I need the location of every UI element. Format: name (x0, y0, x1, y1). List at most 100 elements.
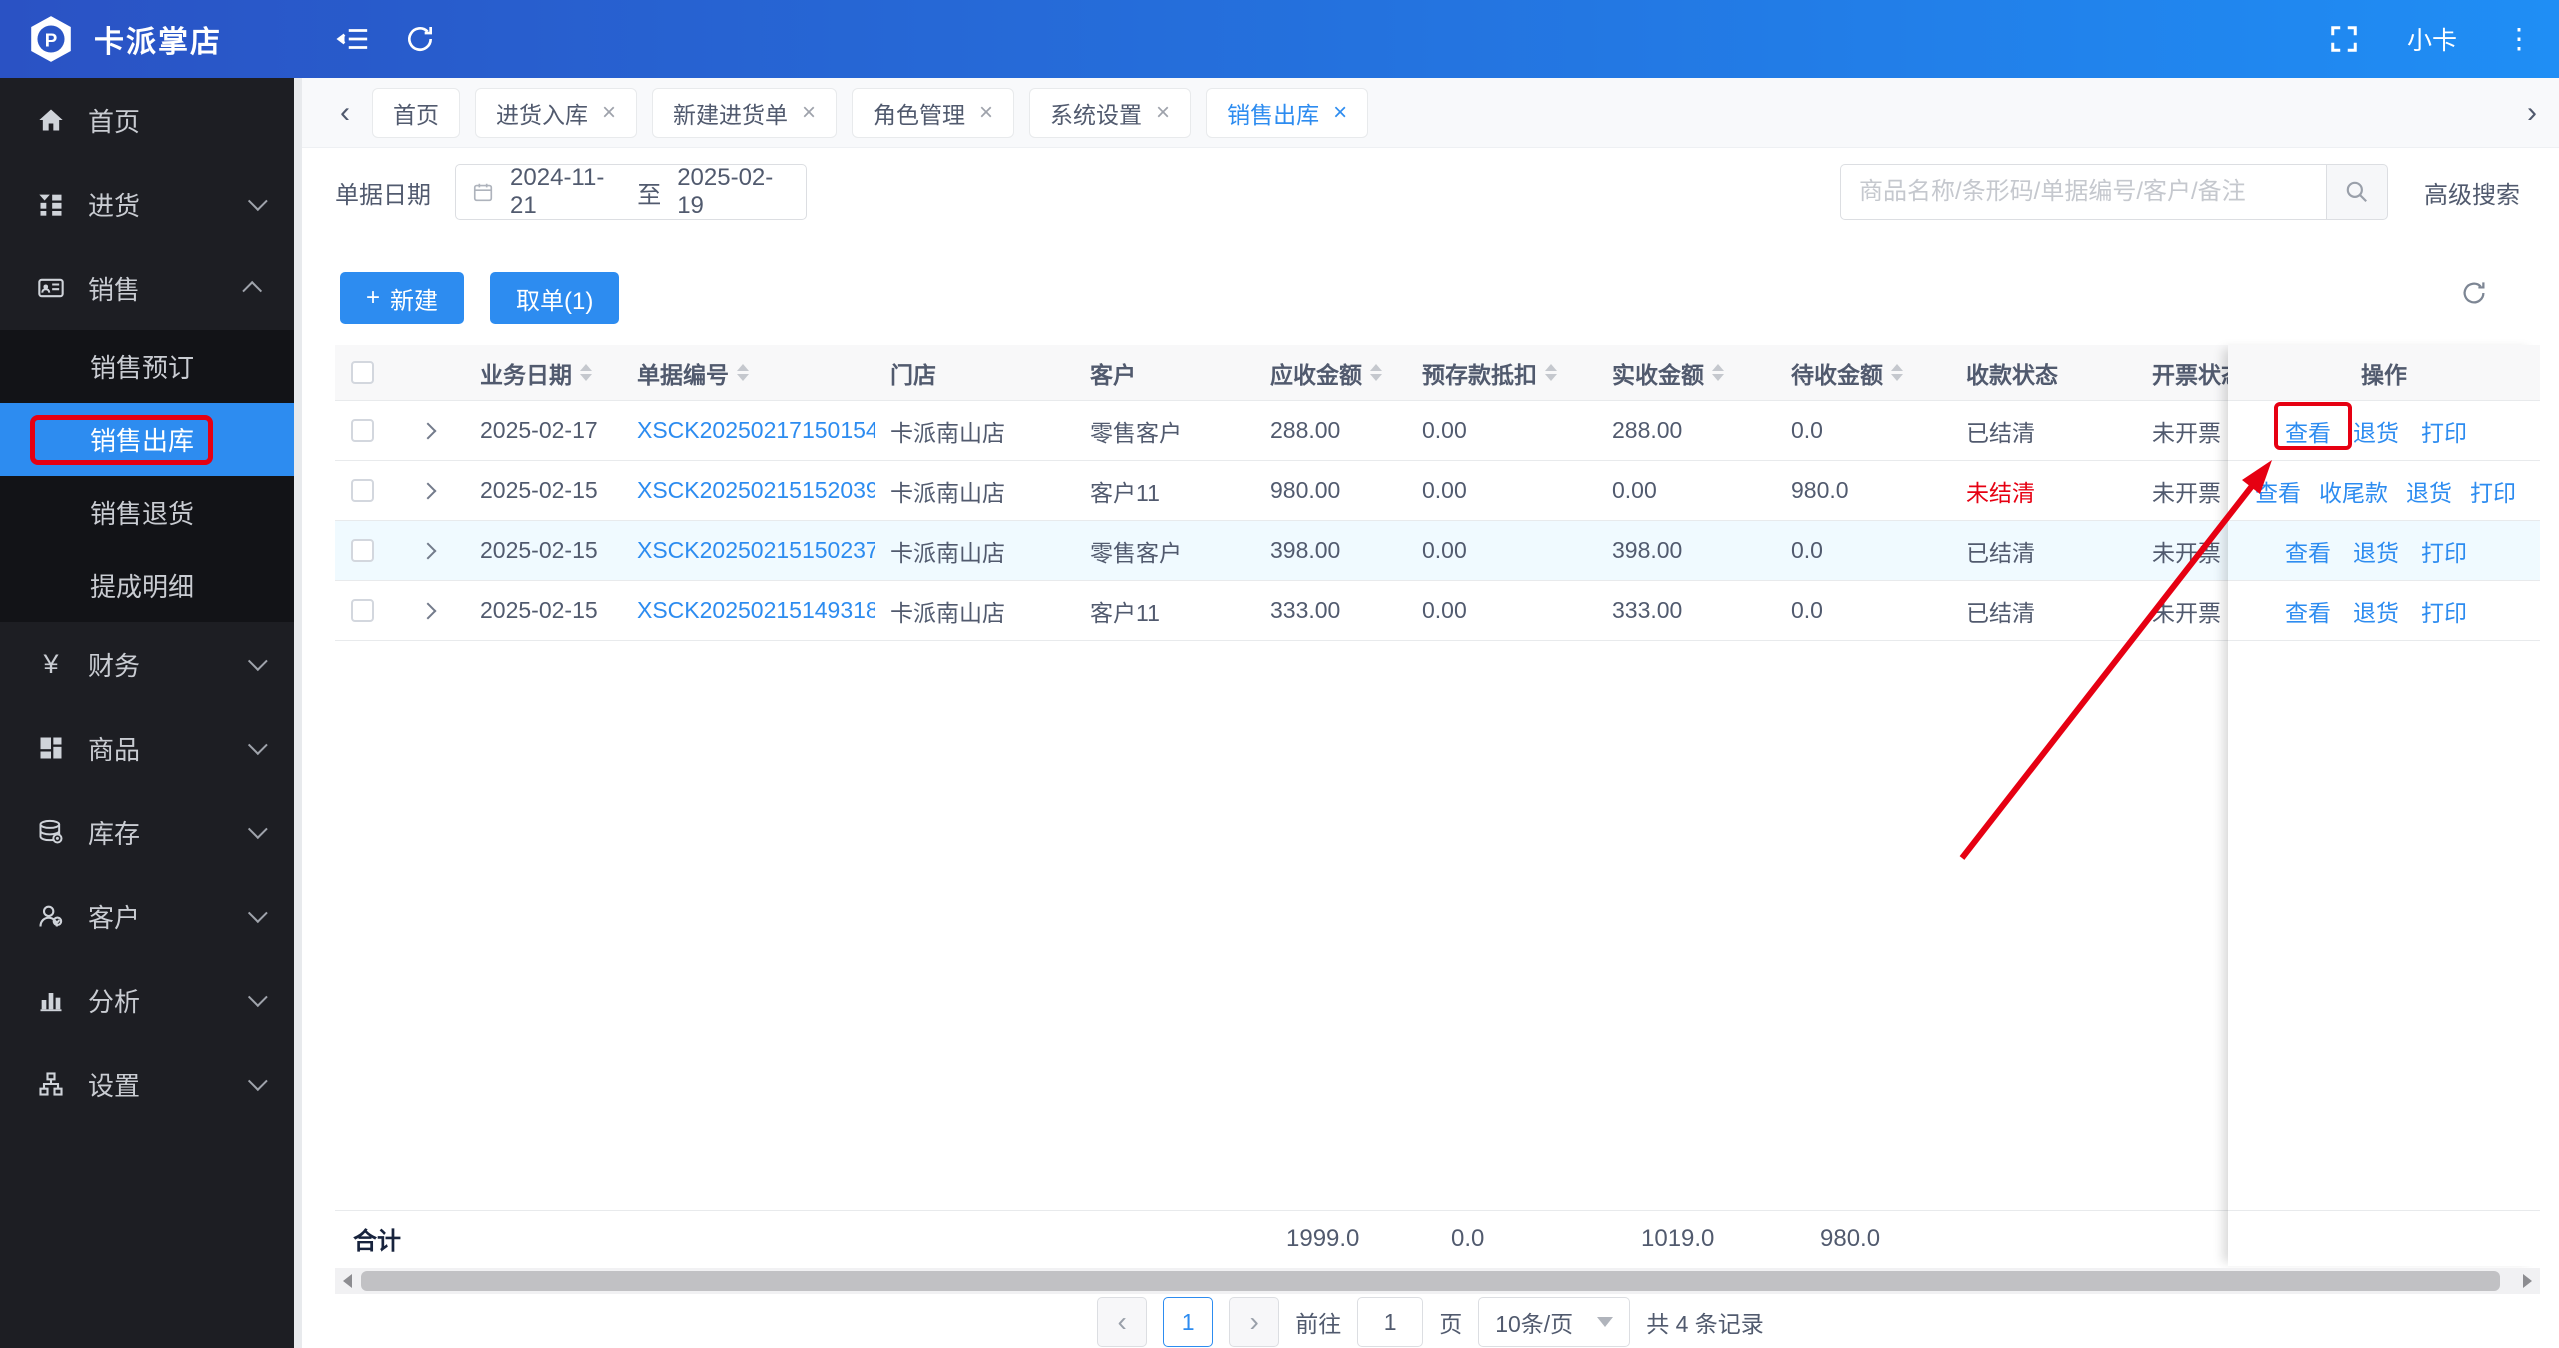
order-no-link[interactable]: XSCK20250215149318 (637, 597, 875, 624)
tab-role-management[interactable]: 角色管理 × (852, 87, 1015, 138)
prev-page-button[interactable]: ‹ (1097, 1297, 1148, 1347)
close-icon[interactable]: × (1333, 99, 1347, 127)
action-collect-balance-link[interactable]: 收尾款 (2319, 474, 2388, 508)
scroll-right-arrow-icon[interactable] (2523, 1274, 2532, 1288)
sidebar-item-settings[interactable]: 设置 (0, 1042, 302, 1126)
action-return-link[interactable]: 退货 (2353, 414, 2399, 448)
col-header-store: 门店 (890, 361, 936, 388)
advanced-search-link[interactable]: 高级搜索 (2424, 175, 2520, 210)
col-header-pending[interactable]: 待收金额 (1776, 345, 1951, 400)
action-print-link[interactable]: 打印 (2421, 414, 2467, 448)
current-user[interactable]: 小卡 (2407, 21, 2457, 57)
more-menu-icon[interactable]: ⋮ (2505, 25, 2533, 53)
tab-purchase-inbound[interactable]: 进货入库 × (475, 87, 638, 138)
sidebar-item-purchase[interactable]: 进货 (0, 162, 302, 246)
tabs-scroll-right-icon[interactable]: › (2519, 96, 2545, 129)
sort-icons[interactable] (1891, 364, 1903, 381)
scroll-left-arrow-icon[interactable] (343, 1274, 352, 1288)
sidebar-item-sales-return[interactable]: 销售退货 (0, 476, 302, 549)
row-actions: 查看 退货 打印 (2228, 521, 2540, 581)
close-icon[interactable]: × (979, 99, 993, 127)
sort-icons[interactable] (737, 364, 749, 381)
horizontal-scrollbar[interactable] (335, 1268, 2540, 1294)
sidebar-item-sales[interactable]: 销售 (0, 246, 302, 330)
col-header-prepaid-deduction[interactable]: 预存款抵扣 (1407, 345, 1597, 400)
sidebar-item-sales-outbound[interactable]: 销售出库 (0, 403, 302, 476)
app-title: 卡派掌店 (94, 26, 222, 59)
sort-icons[interactable] (580, 364, 592, 381)
col-header-order-no[interactable]: 单据编号 (622, 345, 875, 400)
close-icon[interactable]: × (1156, 99, 1170, 127)
cell-customer: 客户11 (1090, 479, 1160, 506)
row-checkbox[interactable] (351, 479, 374, 502)
action-print-link[interactable]: 打印 (2421, 594, 2467, 628)
close-icon[interactable]: × (602, 99, 616, 127)
sidebar-scrollbar[interactable] (294, 78, 302, 1348)
refresh-icon[interactable] (404, 23, 436, 55)
goto-page-input[interactable] (1357, 1297, 1424, 1347)
close-icon[interactable]: × (802, 99, 816, 127)
next-page-button[interactable]: › (1229, 1297, 1280, 1347)
tabs-scroll-left-icon[interactable]: ‹ (332, 96, 358, 129)
search-input[interactable] (1840, 164, 2326, 220)
expand-row-icon[interactable] (419, 482, 436, 499)
tab-system-settings[interactable]: 系统设置 × (1029, 87, 1192, 138)
date-range-input[interactable]: 2024-11-21 至 2025-02-19 (455, 164, 807, 220)
sidebar-item-commission-detail[interactable]: 提成明细 (0, 549, 302, 622)
sidebar-item-sales-reserve[interactable]: 销售预订 (0, 330, 302, 403)
expand-row-icon[interactable] (419, 422, 436, 439)
expand-row-icon[interactable] (419, 602, 436, 619)
row-checkbox[interactable] (351, 419, 374, 442)
col-header-business-date[interactable]: 业务日期 (465, 345, 622, 400)
total-records-label: 共 4 条记录 (1646, 1311, 1764, 1337)
new-button[interactable]: + 新建 (340, 272, 465, 324)
fixed-column-summary-area (2228, 1210, 2540, 1266)
analysis-icon (36, 985, 66, 1015)
page-size-select[interactable]: 10条/页 (1478, 1297, 1631, 1347)
action-view-link[interactable]: 查看 (2285, 594, 2331, 628)
col-header-received[interactable]: 实收金额 (1597, 345, 1776, 400)
sort-icons[interactable] (1712, 364, 1724, 381)
sidebar-item-customer[interactable]: 客户 (0, 874, 302, 958)
table-refresh-icon[interactable] (2459, 278, 2489, 313)
tab-sales-outbound[interactable]: 销售出库 × (1206, 87, 1369, 138)
expand-row-icon[interactable] (419, 542, 436, 559)
page-unit-label: 页 (1439, 1311, 1463, 1337)
menu-fold-icon[interactable] (336, 22, 370, 56)
tab-home[interactable]: 首页 (372, 87, 460, 138)
order-no-link[interactable]: XSCK20250215152039 (637, 477, 875, 504)
order-no-link[interactable]: XSCK20250217150154 (637, 417, 875, 444)
current-page-button[interactable]: 1 (1163, 1297, 1214, 1347)
sidebar-item-goods[interactable]: 商品 (0, 706, 302, 790)
cell-business-date: 2025-02-15 (480, 477, 598, 503)
row-checkbox[interactable] (351, 539, 374, 562)
sidebar-item-analysis[interactable]: 分析 (0, 958, 302, 1042)
action-return-link[interactable]: 退货 (2406, 474, 2452, 508)
chevron-down-icon (1597, 1317, 1614, 1327)
row-checkbox[interactable] (351, 599, 374, 622)
action-view-link[interactable]: 查看 (2255, 474, 2301, 508)
filter-row: 单据日期 2024-11-21 至 2025-02-19 高级搜索 (335, 164, 2520, 220)
fullscreen-icon[interactable] (2329, 24, 2359, 54)
action-return-link[interactable]: 退货 (2353, 594, 2399, 628)
action-view-link[interactable]: 查看 (2285, 534, 2331, 568)
select-all-checkbox[interactable] (351, 361, 374, 384)
sidebar-item-home[interactable]: 首页 (0, 78, 302, 162)
scrollbar-thumb[interactable] (361, 1271, 2500, 1291)
pick-order-button[interactable]: 取单(1) (490, 272, 620, 324)
sidebar-item-inventory[interactable]: 库存 (0, 790, 302, 874)
tab-new-purchase-order[interactable]: 新建进货单 × (652, 87, 838, 138)
search-button[interactable] (2326, 164, 2388, 220)
sort-icons[interactable] (1545, 364, 1557, 381)
payment-status-badge: 已结清 (1966, 419, 2035, 446)
action-return-link[interactable]: 退货 (2353, 534, 2399, 568)
col-header-receivable[interactable]: 应收金额 (1255, 345, 1407, 400)
sort-icons[interactable] (1370, 364, 1382, 381)
sidebar-item-finance[interactable]: ¥ 财务 (0, 622, 302, 706)
cell-business-date: 2025-02-15 (480, 537, 598, 563)
action-view-link[interactable]: 查看 (2285, 414, 2331, 448)
action-print-link[interactable]: 打印 (2470, 474, 2516, 508)
action-print-link[interactable]: 打印 (2421, 534, 2467, 568)
order-no-link[interactable]: XSCK20250215150237 (637, 537, 875, 564)
cell-business-date: 2025-02-15 (480, 597, 598, 623)
